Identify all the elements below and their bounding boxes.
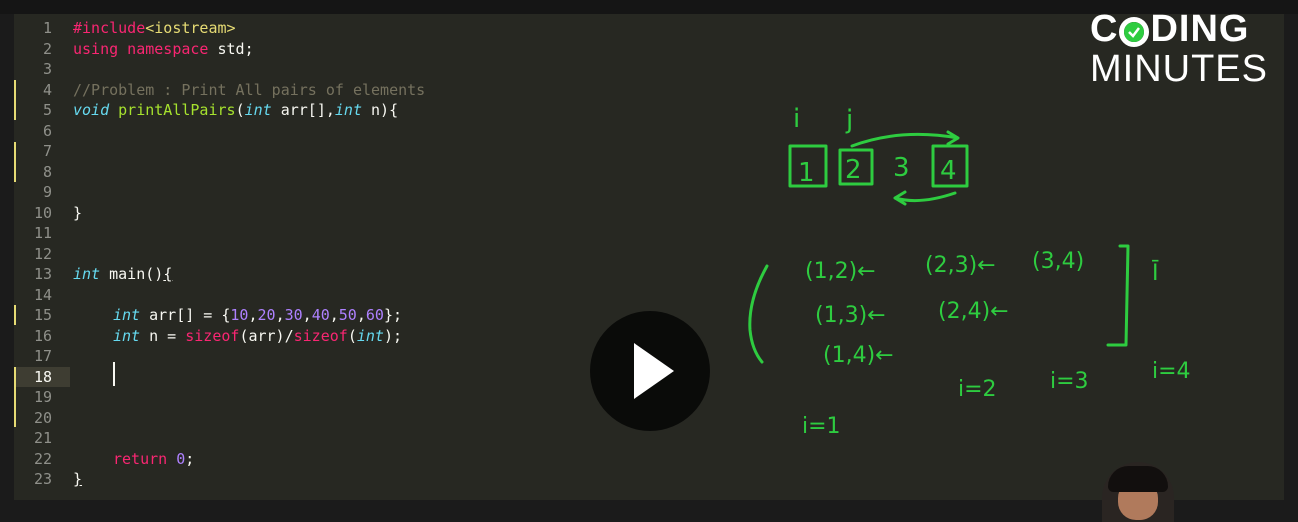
left-bracket <box>748 264 769 364</box>
hw-j: j <box>845 105 853 135</box>
hw-i: i <box>793 104 800 134</box>
hw-box-value: 4 <box>940 156 957 186</box>
hw-pair: (1,2)← <box>805 259 876 284</box>
play-button[interactable] <box>590 311 710 431</box>
hw-pair: (2,3)← <box>925 253 996 278</box>
hw-pair: (3,4) <box>1032 249 1084 274</box>
right-bracket <box>1106 244 1130 347</box>
hw-pair: (1,4)← <box>823 343 894 368</box>
hw-iteration: i=4 <box>1152 359 1191 384</box>
presenter-hair <box>1108 466 1168 492</box>
arrow-left <box>893 190 957 206</box>
hw-box-value: 1 <box>798 158 815 188</box>
hw-pair: (2,4)← <box>938 299 1009 324</box>
hw-box-value: 3 <box>893 153 910 183</box>
hw-roman-numeral: Ī <box>1152 261 1159 286</box>
hw-iteration: i=2 <box>958 377 997 402</box>
play-icon <box>634 343 674 399</box>
arrow-right <box>850 130 960 148</box>
hw-iteration: i=1 <box>802 414 841 439</box>
hw-pair: (1,3)← <box>815 303 886 328</box>
hw-box-value: 2 <box>845 155 862 185</box>
hw-iteration: i=3 <box>1050 369 1089 394</box>
